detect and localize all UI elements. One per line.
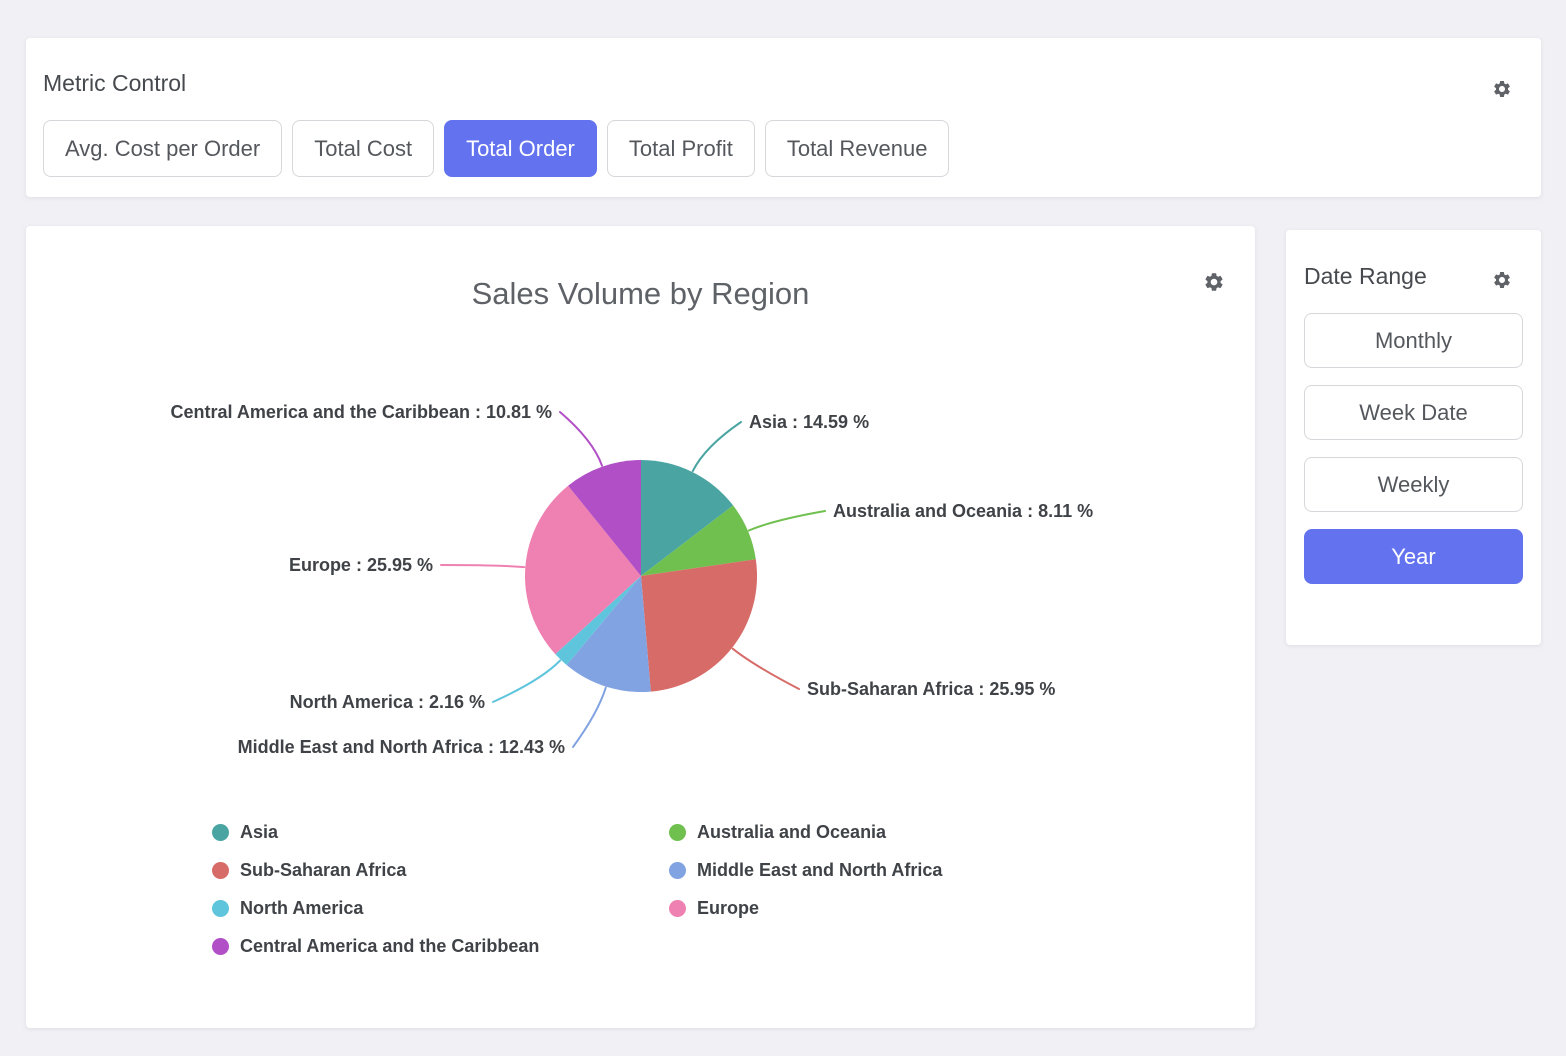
legend-dot-icon (212, 900, 229, 917)
date-range-title: Date Range (1304, 263, 1427, 290)
metric-button-total-order[interactable]: Total Order (444, 120, 597, 177)
pie-slice-sub-saharan-africa[interactable] (641, 559, 757, 691)
legend-label: Sub-Saharan Africa (240, 858, 406, 882)
metric-button-group: Avg. Cost per OrderTotal CostTotal Order… (43, 120, 949, 177)
date-range-button-weekly[interactable]: Weekly (1304, 457, 1523, 512)
metric-button-total-cost[interactable]: Total Cost (292, 120, 434, 177)
legend-item-middle-east-and-north-africa[interactable]: Middle East and North Africa (669, 858, 942, 882)
legend-item-asia[interactable]: Asia (212, 820, 669, 844)
pie-label-leader-sub-saharan-africa (733, 649, 799, 689)
date-range-settings-gear-icon[interactable] (1492, 270, 1512, 290)
pie-label-leader-australia-and-oceania (749, 511, 825, 531)
legend-label: Middle East and North Africa (697, 858, 942, 882)
dashboard-page: Metric Control Avg. Cost per OrderTotal … (0, 0, 1566, 1056)
legend-label: Europe (697, 896, 759, 920)
pie-label-australia-and-oceania: Australia and Oceania : 8.11 % (833, 501, 1093, 521)
pie-label-central-america-and-the-caribbean: Central America and the Caribbean : 10.8… (171, 402, 552, 422)
legend-label: Australia and Oceania (697, 820, 886, 844)
legend-dot-icon (212, 824, 229, 841)
pie-label-middle-east-and-north-africa: Middle East and North Africa : 12.43 % (238, 737, 565, 757)
legend-label: Asia (240, 820, 278, 844)
legend-dot-icon (669, 900, 686, 917)
legend-item-central-america-and-the-caribbean[interactable]: Central America and the Caribbean (212, 934, 669, 958)
pie-label-leader-north-america (493, 661, 560, 703)
legend-dot-icon (669, 862, 686, 879)
pie-label-leader-middle-east-and-north-africa (573, 688, 606, 747)
chart-legend: Asia Australia and Oceania Sub-Saharan Afr… (212, 820, 942, 958)
date-range-button-week-date[interactable]: Week Date (1304, 385, 1523, 440)
legend-item-europe[interactable]: Europe (669, 896, 942, 920)
legend-dot-icon (212, 938, 229, 955)
date-range-button-group: Monthly Week Date Weekly Year (1304, 313, 1523, 584)
metric-control-panel: Metric Control Avg. Cost per OrderTotal … (26, 38, 1541, 197)
legend-item-australia-and-oceania[interactable]: Australia and Oceania (669, 820, 942, 844)
legend-label: Central America and the Caribbean (240, 934, 539, 958)
legend-dot-icon (212, 862, 229, 879)
metric-button-total-profit[interactable]: Total Profit (607, 120, 755, 177)
pie-label-asia: Asia : 14.59 % (749, 412, 869, 432)
pie-label-leader-asia (693, 422, 741, 471)
date-range-panel: Date Range Monthly Week Date Weekly Year (1286, 230, 1541, 645)
date-range-button-year[interactable]: Year (1304, 529, 1523, 584)
pie-label-leader-central-america-and-the-caribbean (560, 412, 602, 466)
metric-control-title: Metric Control (43, 70, 186, 97)
legend-item-north-america[interactable]: North America (212, 896, 669, 920)
metric-settings-gear-icon[interactable] (1492, 79, 1512, 99)
pie-label-leader-europe (441, 565, 524, 567)
pie-label-europe: Europe : 25.95 % (289, 555, 433, 575)
legend-label: North America (240, 896, 363, 920)
legend-item-sub-saharan-africa[interactable]: Sub-Saharan Africa (212, 858, 669, 882)
pie-label-north-america: North America : 2.16 % (290, 692, 485, 712)
date-range-button-monthly[interactable]: Monthly (1304, 313, 1523, 368)
chart-panel: Sales Volume by Region Asia : 14.59 %Aus… (26, 226, 1255, 1028)
legend-dot-icon (669, 824, 686, 841)
metric-button-avg-cost-per-order[interactable]: Avg. Cost per Order (43, 120, 282, 177)
metric-button-total-revenue[interactable]: Total Revenue (765, 120, 950, 177)
pie-label-sub-saharan-africa: Sub-Saharan Africa : 25.95 % (807, 679, 1055, 699)
